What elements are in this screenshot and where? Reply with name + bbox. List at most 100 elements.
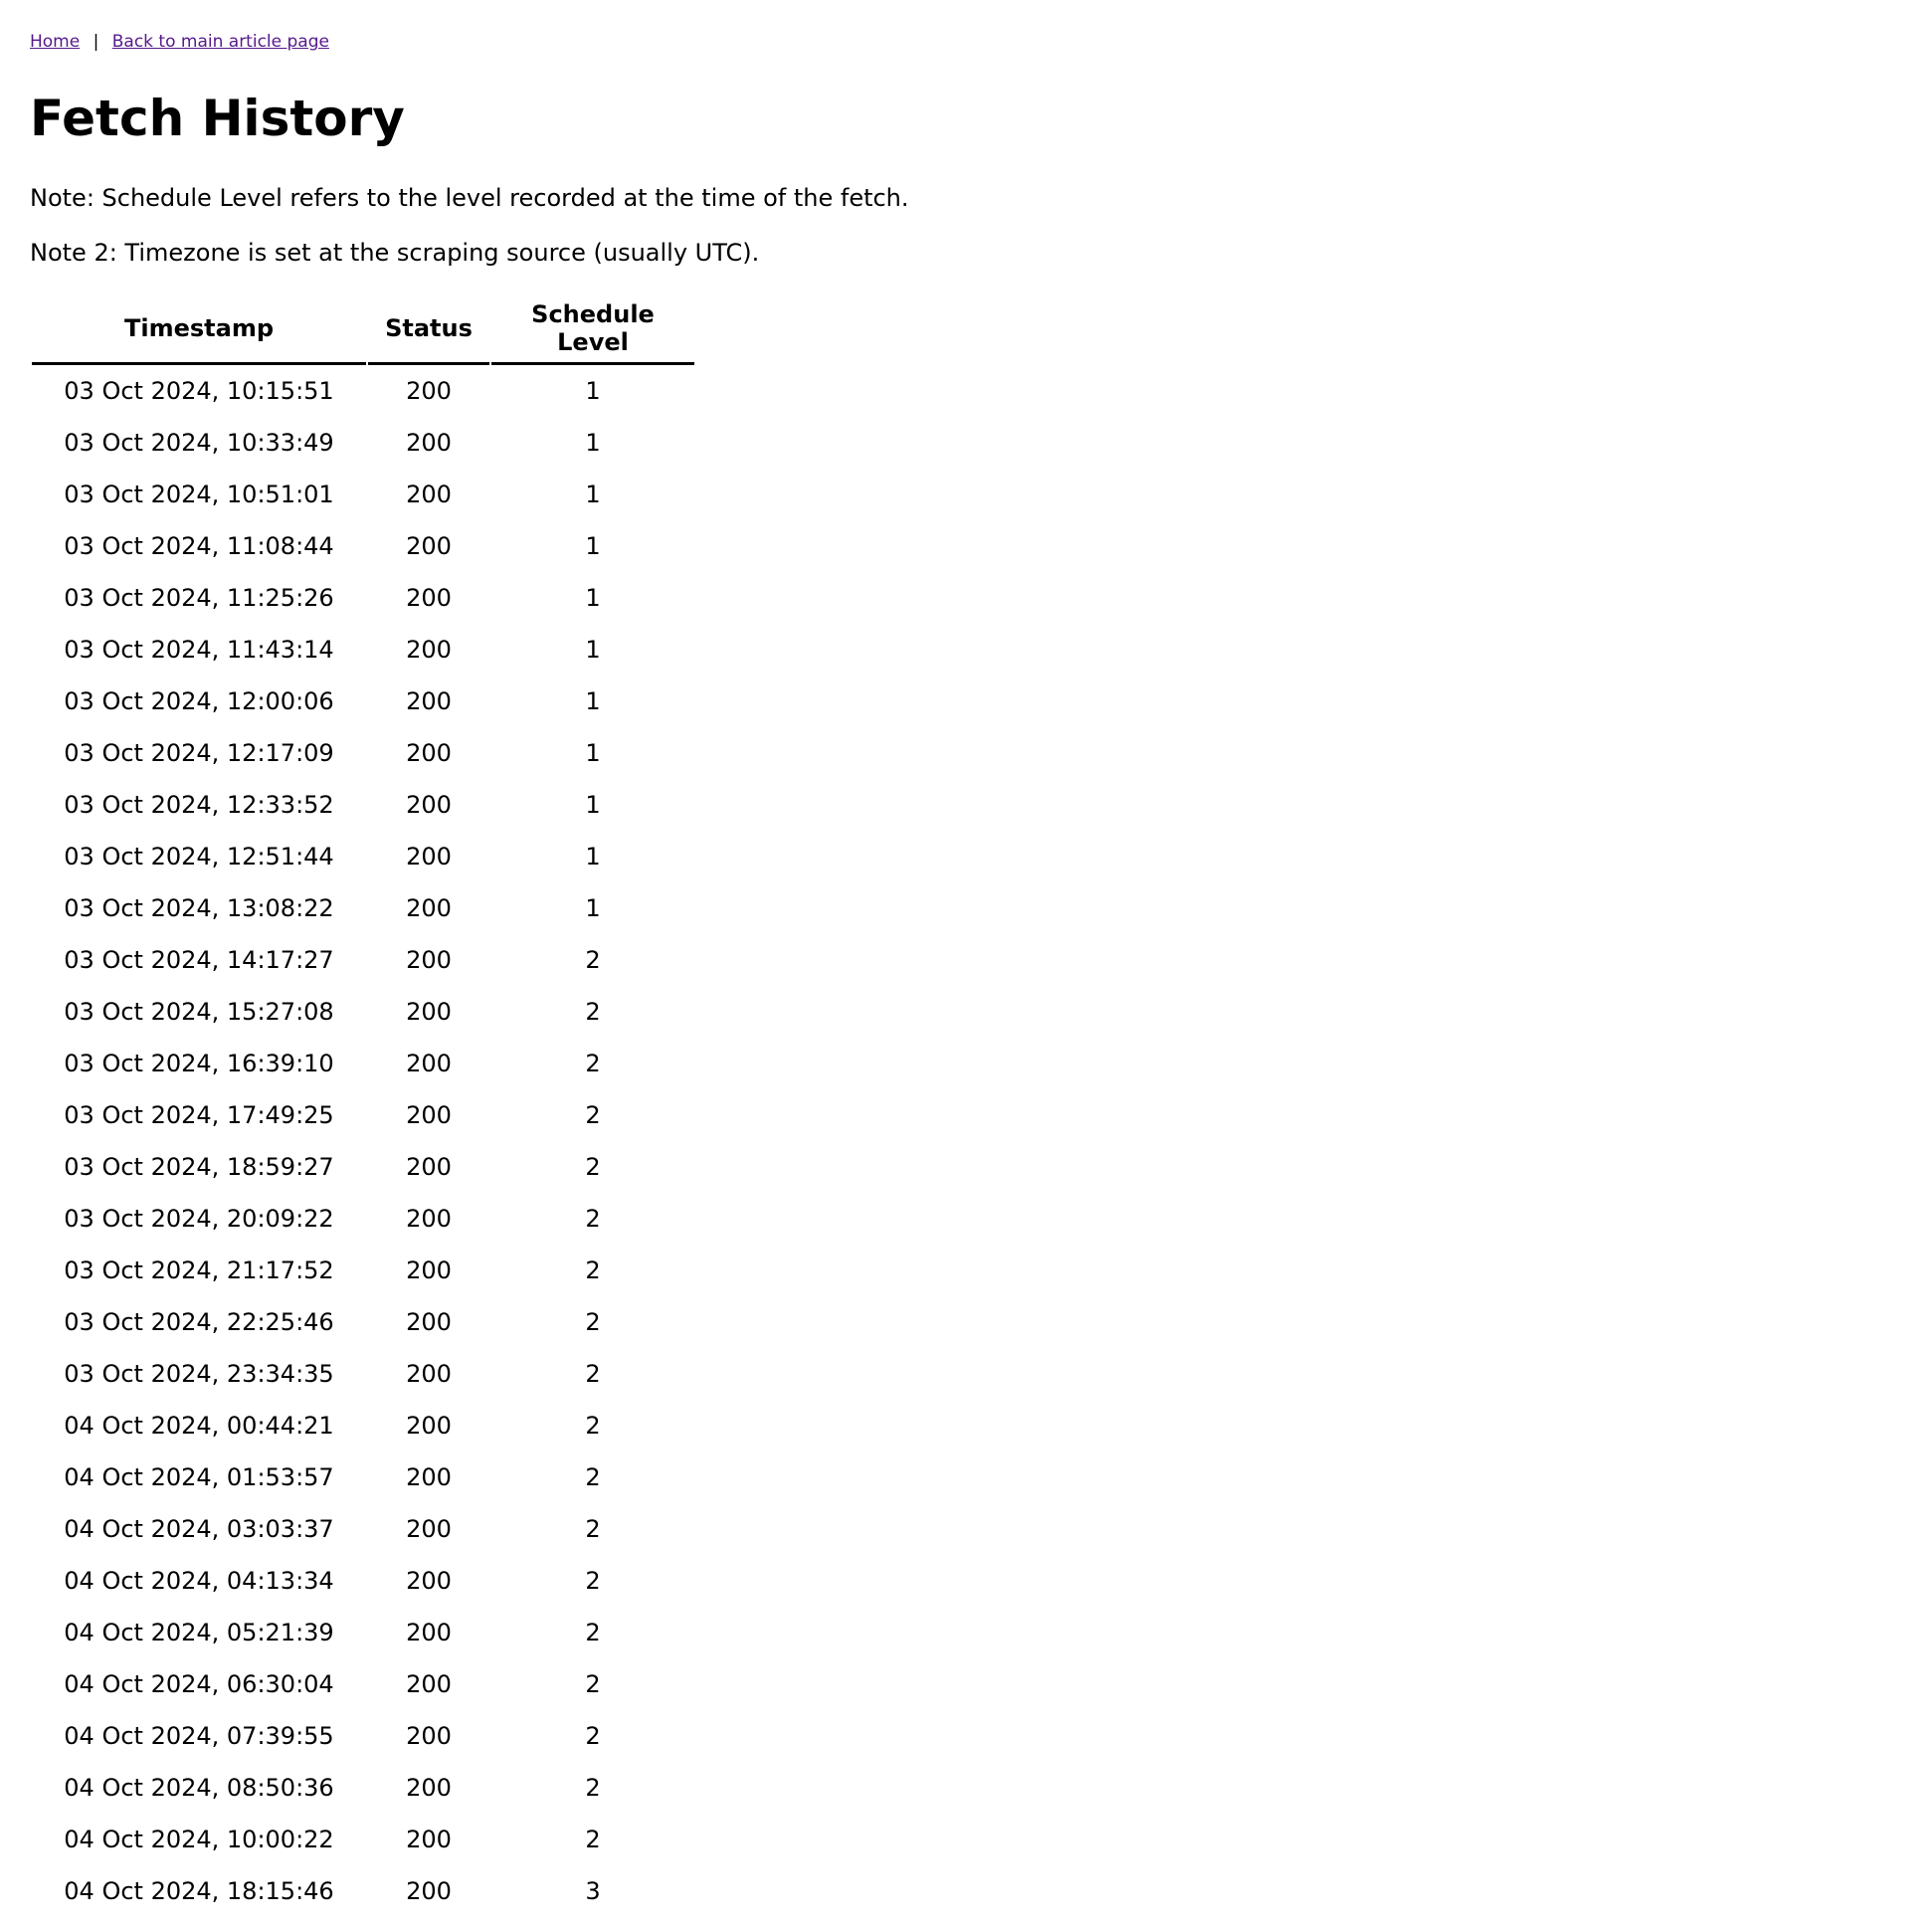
schedule-level-cell: 2 xyxy=(585,1205,601,1233)
table-row: 04 Oct 2024, 07:39:55 200 2 xyxy=(32,1710,694,1762)
table-row: 03 Oct 2024, 15:27:08 200 2 xyxy=(32,986,694,1038)
table-row: 04 Oct 2024, 01:53:57 200 2 xyxy=(32,1451,694,1503)
schedule-level-cell: 1 xyxy=(585,894,601,922)
timestamp-cell: 04 Oct 2024, 08:50:36 xyxy=(64,1774,334,1802)
schedule-level-cell: 1 xyxy=(585,687,601,715)
timestamp-cell: 03 Oct 2024, 12:17:09 xyxy=(64,739,334,767)
schedule-level-cell: 2 xyxy=(585,1308,601,1336)
timestamp-cell: 03 Oct 2024, 14:17:27 xyxy=(64,946,334,974)
table-row: 03 Oct 2024, 12:00:06 200 1 xyxy=(32,676,694,727)
timestamp-cell: 04 Oct 2024, 01:53:57 xyxy=(64,1463,334,1491)
timestamp-cell: 04 Oct 2024, 07:39:55 xyxy=(64,1722,334,1750)
status-cell: 200 xyxy=(406,1153,452,1181)
table-row: 03 Oct 2024, 18:59:27 200 2 xyxy=(32,1141,694,1193)
timestamp-cell: 03 Oct 2024, 12:33:52 xyxy=(64,791,334,819)
schedule-level-cell: 2 xyxy=(585,1153,601,1181)
schedule-level-cell: 2 xyxy=(585,998,601,1026)
schedule-level-cell: 2 xyxy=(585,1774,601,1802)
home-link[interactable]: Home xyxy=(30,32,80,52)
schedule-level-cell: 1 xyxy=(585,636,601,664)
timestamp-cell: 03 Oct 2024, 22:25:46 xyxy=(64,1308,334,1336)
table-row: 04 Oct 2024, 03:03:37 200 2 xyxy=(32,1503,694,1555)
table-row: 04 Oct 2024, 00:44:21 200 2 xyxy=(32,1400,694,1451)
table-row: 03 Oct 2024, 22:25:46 200 2 xyxy=(32,1296,694,1348)
table-header-row: Timestamp Status Schedule Level xyxy=(32,300,694,365)
table-row: 03 Oct 2024, 11:25:26 200 1 xyxy=(32,572,694,624)
timestamp-cell: 03 Oct 2024, 20:09:22 xyxy=(64,1205,334,1233)
schedule-level-cell: 2 xyxy=(585,946,601,974)
status-cell: 200 xyxy=(406,1722,452,1750)
timestamp-cell: 03 Oct 2024, 12:51:44 xyxy=(64,843,334,870)
table-row: 03 Oct 2024, 11:08:44 200 1 xyxy=(32,520,694,572)
status-cell: 200 xyxy=(406,1412,452,1440)
schedule-level-cell: 3 xyxy=(585,1877,601,1905)
table-row: 03 Oct 2024, 14:17:27 200 2 xyxy=(32,934,694,986)
table-row: 03 Oct 2024, 12:17:09 200 1 xyxy=(32,727,694,779)
timestamp-cell: 04 Oct 2024, 03:03:37 xyxy=(64,1515,334,1543)
back-to-article-link[interactable]: Back to main article page xyxy=(112,32,329,52)
table-row: 04 Oct 2024, 05:21:39 200 2 xyxy=(32,1607,694,1658)
status-cell: 200 xyxy=(406,1256,452,1284)
page-title: Fetch History xyxy=(30,90,405,147)
status-cell: 200 xyxy=(406,843,452,870)
header-schedule-level: Schedule Level xyxy=(491,300,694,365)
table-row: 03 Oct 2024, 20:09:22 200 2 xyxy=(32,1193,694,1245)
table-row: 03 Oct 2024, 17:49:25 200 2 xyxy=(32,1089,694,1141)
status-cell: 200 xyxy=(406,687,452,715)
timestamp-cell: 04 Oct 2024, 10:00:22 xyxy=(64,1826,334,1853)
header-timestamp: Timestamp xyxy=(32,300,366,365)
schedule-level-cell: 1 xyxy=(585,481,601,508)
status-cell: 200 xyxy=(406,1101,452,1129)
timestamp-cell: 03 Oct 2024, 10:33:49 xyxy=(64,429,334,457)
schedule-level-cell: 2 xyxy=(585,1670,601,1698)
schedule-level-cell: 1 xyxy=(585,791,601,819)
status-cell: 200 xyxy=(406,894,452,922)
timezone-note: Note 2: Timezone is set at the scraping … xyxy=(30,239,760,267)
status-cell: 200 xyxy=(406,1774,452,1802)
status-cell: 200 xyxy=(406,532,452,560)
timestamp-cell: 03 Oct 2024, 11:43:14 xyxy=(64,636,334,664)
schedule-level-cell: 2 xyxy=(585,1360,601,1388)
status-cell: 200 xyxy=(406,1826,452,1853)
timestamp-cell: 03 Oct 2024, 10:15:51 xyxy=(64,377,334,405)
schedule-level-cell: 2 xyxy=(585,1515,601,1543)
status-cell: 200 xyxy=(406,1308,452,1336)
status-cell: 200 xyxy=(406,1050,452,1077)
status-cell: 200 xyxy=(406,998,452,1026)
schedule-level-cell: 2 xyxy=(585,1412,601,1440)
timestamp-cell: 04 Oct 2024, 04:13:34 xyxy=(64,1567,334,1595)
status-cell: 200 xyxy=(406,377,452,405)
timestamp-cell: 04 Oct 2024, 00:44:21 xyxy=(64,1412,334,1440)
schedule-level-cell: 2 xyxy=(585,1619,601,1646)
schedule-level-cell: 2 xyxy=(585,1567,601,1595)
status-cell: 200 xyxy=(406,1463,452,1491)
timestamp-cell: 03 Oct 2024, 17:49:25 xyxy=(64,1101,334,1129)
nav-separator: | xyxy=(93,32,99,52)
table-row: 03 Oct 2024, 23:34:35 200 2 xyxy=(32,1348,694,1400)
status-cell: 200 xyxy=(406,1515,452,1543)
timestamp-cell: 04 Oct 2024, 05:21:39 xyxy=(64,1619,334,1646)
table-row: 04 Oct 2024, 04:13:34 200 2 xyxy=(32,1555,694,1607)
schedule-level-cell: 2 xyxy=(585,1826,601,1853)
schedule-level-cell: 2 xyxy=(585,1101,601,1129)
status-cell: 200 xyxy=(406,1670,452,1698)
schedule-level-cell: 2 xyxy=(585,1463,601,1491)
status-cell: 200 xyxy=(406,739,452,767)
schedule-level-cell: 1 xyxy=(585,739,601,767)
table-row: 04 Oct 2024, 10:00:22 200 2 xyxy=(32,1814,694,1865)
schedule-level-cell: 1 xyxy=(585,584,601,612)
status-cell: 200 xyxy=(406,946,452,974)
status-cell: 200 xyxy=(406,429,452,457)
schedule-level-note: Note: Schedule Level refers to the level… xyxy=(30,184,909,212)
status-cell: 200 xyxy=(406,584,452,612)
schedule-level-cell: 1 xyxy=(585,377,601,405)
schedule-level-cell: 1 xyxy=(585,843,601,870)
timestamp-cell: 04 Oct 2024, 18:15:46 xyxy=(64,1877,334,1905)
timestamp-cell: 03 Oct 2024, 13:08:22 xyxy=(64,894,334,922)
table-row: 03 Oct 2024, 12:51:44 200 1 xyxy=(32,831,694,882)
table-body: 03 Oct 2024, 10:15:51 200 1 03 Oct 2024, 10… xyxy=(32,365,694,1917)
schedule-level-cell: 2 xyxy=(585,1256,601,1284)
table-row: 03 Oct 2024, 21:17:52 200 2 xyxy=(32,1245,694,1296)
timestamp-cell: 03 Oct 2024, 21:17:52 xyxy=(64,1256,334,1284)
schedule-level-cell: 2 xyxy=(585,1722,601,1750)
